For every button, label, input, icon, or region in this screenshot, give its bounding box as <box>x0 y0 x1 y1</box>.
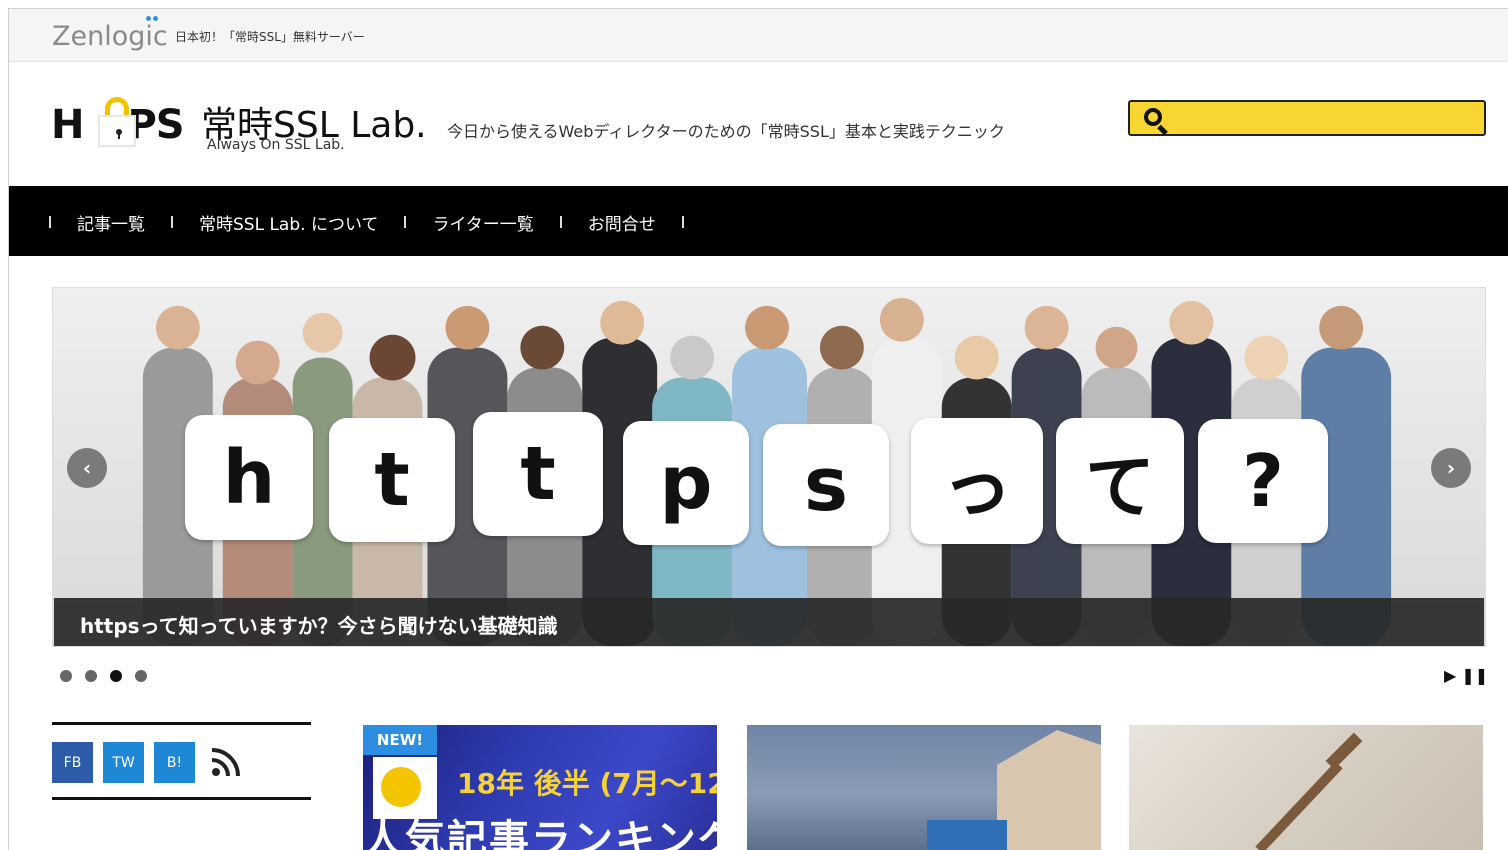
slider-next-button[interactable]: › <box>1431 448 1471 488</box>
letter-card-h: h <box>185 415 313 540</box>
slider-play-pause-controls[interactable]: ▶ ❚❚ <box>1444 666 1488 685</box>
article-card-ranking[interactable]: NEW! 18年 後半 (7月〜12月) 人気記事ランキング <box>363 725 717 850</box>
search-input[interactable] <box>1176 102 1476 134</box>
slider-prev-button[interactable]: ‹ <box>67 448 107 488</box>
new-badge: NEW! <box>363 725 437 755</box>
main-nav: 記事一覧 常時SSL Lab. について ライター一覧 お問合せ <box>9 186 1508 256</box>
site-header: H PS 常時SSL Lab. Always On SSL Lab. 今日から使え… <box>9 62 1508 186</box>
letter-card-s: s <box>763 424 889 546</box>
key-photo <box>1255 732 1363 850</box>
rss-icon[interactable] <box>209 745 243 779</box>
article-title-line2: 人気記事ランキング <box>363 817 717 850</box>
facebook-button[interactable]: FB <box>52 742 93 783</box>
article-title-line1: 18年 後半 (7月〜12月) <box>457 767 717 800</box>
slider-dot-1[interactable] <box>60 670 72 682</box>
letter-card-t1: t <box>329 418 455 542</box>
twitter-button[interactable]: TW <box>103 742 144 783</box>
slide-caption-bar[interactable]: httpsって知っていますか？今さら聞けない基礎知識 <box>54 598 1484 646</box>
letter-card-p: p <box>623 421 749 545</box>
hatena-bookmark-button[interactable]: B! <box>154 742 195 783</box>
letter-card-te: て <box>1056 418 1184 544</box>
padlock-icon <box>98 97 136 147</box>
slider-pager <box>60 670 160 682</box>
search-icon[interactable] <box>1144 108 1170 136</box>
letter-card-t2: t <box>473 412 603 536</box>
topbar-tagline[interactable]: 日本初！「常時SSL」無料サーバー <box>175 28 365 45</box>
site-logo[interactable]: H PS 常時SSL Lab. Always On SSL Lab. <box>51 92 431 158</box>
slider-dot-3[interactable] <box>110 670 122 682</box>
slide-caption[interactable]: httpsって知っていますか？今さら聞けない基礎知識 <box>80 610 558 639</box>
search-box[interactable] <box>1128 100 1486 136</box>
slider-dot-4[interactable] <box>135 670 147 682</box>
slider-dot-2[interactable] <box>85 670 97 682</box>
nav-item-contact[interactable]: お問合せ <box>562 210 682 235</box>
top-bar: Zenlogic 日本初！「常時SSL」無料サーバー <box>9 9 1508 62</box>
nav-item-about[interactable]: 常時SSL Lab. について <box>173 210 404 235</box>
letter-card-question: ? <box>1198 419 1328 543</box>
article-card-house[interactable] <box>747 725 1101 850</box>
header-tagline: 今日から使えるWebディレクターのための「常時SSL」基本と実践テクニック <box>447 122 1005 141</box>
house-photo <box>927 730 1101 850</box>
nav-item-writers[interactable]: ライター一覧 <box>406 210 559 235</box>
nav-separator <box>681 216 684 228</box>
article-card-key[interactable] <box>1129 725 1483 850</box>
logo-subtitle: Always On SSL Lab. <box>207 137 345 153</box>
hero-slider[interactable]: h t t p s っ て ? ‹ › httpsって知っていますか？今さら聞け… <box>52 287 1486 647</box>
social-share-box: FB TW B! <box>52 722 311 800</box>
zenlogic-dots-icon <box>146 16 160 26</box>
letter-card-tsu: っ <box>911 418 1043 544</box>
nav-item-articles[interactable]: 記事一覧 <box>51 210 171 235</box>
